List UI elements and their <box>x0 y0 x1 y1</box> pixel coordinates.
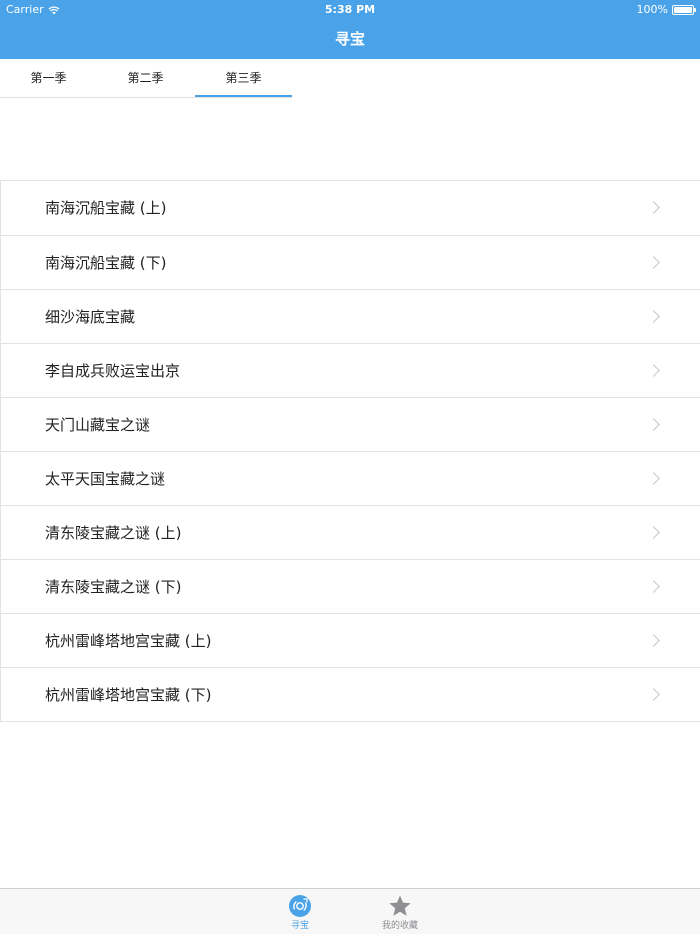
chevron-right-icon <box>647 256 660 269</box>
battery-indicator: 100% <box>636 0 696 20</box>
list-item-title: 南海沉船宝藏 (下) <box>45 254 167 272</box>
chevron-right-icon <box>647 418 660 431</box>
tabbar-item-treasure[interactable]: 寻宝 <box>265 889 335 935</box>
list-item-title: 杭州雷峰塔地宫宝藏 (上) <box>45 632 212 650</box>
tabbar-label: 寻宝 <box>290 921 309 931</box>
page-title: 寻宝 <box>334 30 365 48</box>
list-item[interactable]: 天门山藏宝之谜 <box>0 398 700 452</box>
star-icon <box>389 895 411 916</box>
chevron-right-icon <box>647 634 660 647</box>
tabbar-item-favorites[interactable]: 我的收藏 <box>365 889 435 935</box>
tab-season-1[interactable]: 第一季 <box>0 59 97 98</box>
list-item[interactable]: 细沙海底宝藏 <box>0 290 700 344</box>
list-item-title: 南海沉船宝藏 (上) <box>45 199 167 217</box>
list-item[interactable]: 南海沉船宝藏 (下) <box>0 236 700 290</box>
list-item-title: 清东陵宝藏之谜 (下) <box>45 578 182 596</box>
battery-percent: 100% <box>636 3 668 16</box>
list-item-title: 细沙海底宝藏 <box>45 308 136 326</box>
chevron-right-icon <box>647 580 660 593</box>
chevron-right-icon <box>647 472 660 485</box>
chevron-right-icon <box>647 310 660 323</box>
chevron-right-icon <box>647 201 660 214</box>
tab-season-3[interactable]: 第三季 <box>195 59 292 98</box>
list-item[interactable]: 李自成兵败运宝出京 <box>0 344 700 398</box>
list-item[interactable]: 南海沉船宝藏 (上) <box>0 181 700 236</box>
list-item-title: 杭州雷峰塔地宫宝藏 (下) <box>45 686 212 704</box>
treasure-disc-icon <box>289 895 311 917</box>
bottom-tab-bar: 寻宝 我的收藏 <box>0 888 700 934</box>
status-bar: Carrier 5:38 PM 100% <box>0 0 700 20</box>
list-item[interactable]: 杭州雷峰塔地宫宝藏 (下) <box>0 668 700 722</box>
season-tabs: 第一季 第二季 第三季 <box>0 59 700 98</box>
chevron-right-icon <box>647 526 660 539</box>
list-item[interactable]: 清东陵宝藏之谜 (上) <box>0 506 700 560</box>
list-item-title: 天门山藏宝之谜 <box>45 416 151 434</box>
status-time: 5:38 PM <box>324 3 376 16</box>
list-item-title: 李自成兵败运宝出京 <box>45 362 181 380</box>
list-item[interactable]: 太平天国宝藏之谜 <box>0 452 700 506</box>
list-item[interactable]: 杭州雷峰塔地宫宝藏 (上) <box>0 614 700 668</box>
list-item-title: 清东陵宝藏之谜 (上) <box>45 524 182 542</box>
navigation-header: Carrier 5:38 PM 100% 寻宝 <box>0 0 700 59</box>
tabbar-label: 我的收藏 <box>381 921 418 931</box>
list-item-title: 太平天国宝藏之谜 <box>45 470 166 488</box>
tab-season-2[interactable]: 第二季 <box>97 59 194 98</box>
chevron-right-icon <box>647 364 660 377</box>
chevron-right-icon <box>647 688 660 701</box>
episode-list: 南海沉船宝藏 (上) 南海沉船宝藏 (下) 细沙海底宝藏 李自成兵败运宝出京 天… <box>0 180 700 722</box>
tabs-divider <box>0 97 292 98</box>
list-item[interactable]: 清东陵宝藏之谜 (下) <box>0 560 700 614</box>
battery-icon <box>672 5 696 15</box>
